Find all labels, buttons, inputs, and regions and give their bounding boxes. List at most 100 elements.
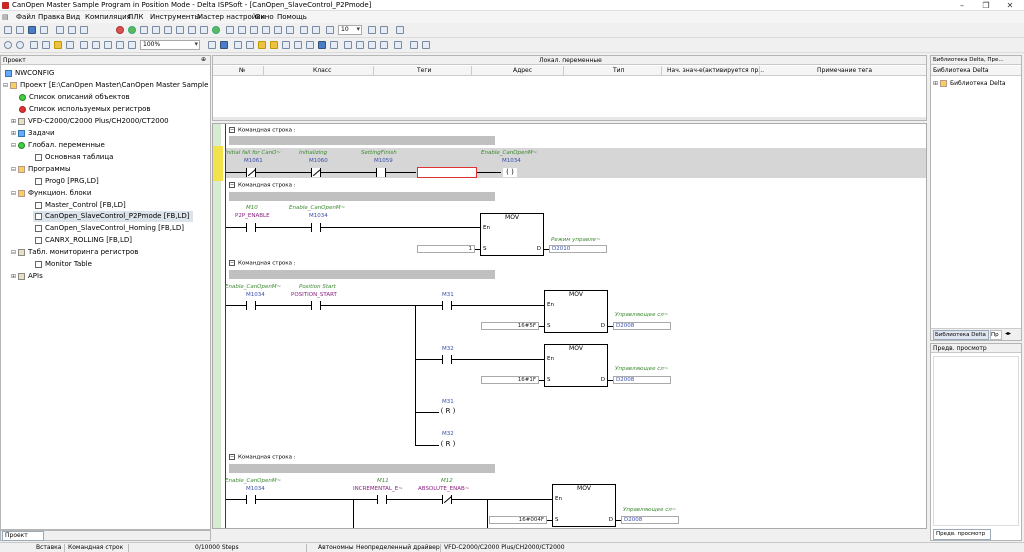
step-value-field[interactable]: 10 <box>338 25 362 35</box>
minimize-button[interactable]: – <box>950 0 974 11</box>
menu-view[interactable]: Вид <box>66 13 80 21</box>
n3-reset-coil-1[interactable]: ( R ) <box>439 407 457 416</box>
n4-contact-3[interactable] <box>442 495 452 504</box>
hardware-icon[interactable] <box>80 26 88 34</box>
zoom-in-icon[interactable] <box>116 41 124 49</box>
n3-b2-s-value[interactable]: 16#1F <box>481 376 539 384</box>
n3-b1-d-value[interactable]: D2008 <box>613 322 671 330</box>
replace-icon[interactable] <box>92 41 100 49</box>
n1-contact-3[interactable] <box>376 168 386 177</box>
n4-s-value[interactable]: 16#004F <box>489 516 547 524</box>
copy-icon[interactable] <box>42 41 50 49</box>
n3-contact-1[interactable] <box>246 301 256 310</box>
download-icon[interactable] <box>152 26 160 34</box>
zoom-select[interactable]: 100% <box>140 40 200 50</box>
select-mode-icon[interactable] <box>208 41 216 49</box>
tree-item-apis[interactable]: ⊞ APIs <box>11 271 43 282</box>
n3-b2-contact[interactable] <box>442 355 452 364</box>
function-block-icon[interactable] <box>318 41 326 49</box>
api-icon[interactable] <box>330 41 338 49</box>
print-icon[interactable] <box>40 26 48 34</box>
menu-file[interactable]: Файл <box>16 13 35 21</box>
n3-mov-block-1[interactable]: MOV En S D <box>544 290 608 333</box>
arrow-icon[interactable] <box>394 41 402 49</box>
n1-empty-cell[interactable] <box>417 167 477 178</box>
start-icon[interactable] <box>212 26 220 34</box>
contact-nc-icon[interactable] <box>246 41 254 49</box>
comment-icon[interactable] <box>368 41 376 49</box>
split-view-icon[interactable] <box>68 26 76 34</box>
n4-mov-block[interactable]: MOV En S D <box>552 484 616 527</box>
horizontal-line-icon[interactable] <box>306 41 314 49</box>
row-comment-4[interactable] <box>229 464 495 473</box>
col-class[interactable]: Класс <box>313 67 331 74</box>
network-icon[interactable] <box>422 41 430 49</box>
run-icon[interactable] <box>128 26 136 34</box>
coil-icon[interactable] <box>282 41 290 49</box>
n3-b1-s-value[interactable]: 16#5F <box>481 322 539 330</box>
tab-delta-library[interactable]: Библиотека Delta <box>933 330 989 340</box>
tag-icon[interactable] <box>250 26 258 34</box>
table-icon[interactable] <box>200 26 208 34</box>
bookmark-icon[interactable] <box>104 41 112 49</box>
ladder-mode-icon[interactable] <box>220 41 228 49</box>
col-initial[interactable]: Нач. знач-е(активируется пр... <box>667 67 764 74</box>
refresh-icon[interactable] <box>368 26 376 34</box>
n2-contact-2[interactable] <box>311 223 321 232</box>
splitter-bar[interactable] <box>213 117 926 120</box>
settings-icon[interactable] <box>396 26 404 34</box>
col-comment[interactable]: Примечание тега <box>817 67 872 74</box>
tree-item-nwconfig[interactable]: NWCONFIG <box>5 68 54 79</box>
row-comment-3[interactable] <box>229 270 495 279</box>
zoom-out-icon[interactable] <box>128 41 136 49</box>
tree-item-object-list[interactable]: Список описаний объектов <box>19 92 130 103</box>
tree-item-tasks[interactable]: ⊞ Задачи <box>11 128 55 139</box>
insert-row-icon[interactable] <box>344 41 352 49</box>
tab-preview-short[interactable]: Пр <box>990 330 1002 340</box>
tab-scroll-icon[interactable]: ◂▸ <box>1005 330 1011 337</box>
save-icon[interactable] <box>28 26 36 34</box>
tree-item-monitor-tables[interactable]: ⊟ Табл. мониторинга регистров <box>11 247 138 258</box>
row-header-4[interactable]: − Командная строка : <box>229 454 296 461</box>
tree-item-main-table[interactable]: Основная таблица <box>35 152 113 163</box>
monitor-icon[interactable] <box>176 26 184 34</box>
n3-mov-block-2[interactable]: MOV En S D <box>544 344 608 387</box>
maximize-button[interactable]: ❐ <box>974 0 998 11</box>
upload-icon[interactable] <box>164 26 172 34</box>
col-number[interactable]: № <box>239 67 245 74</box>
device-icon[interactable] <box>286 26 294 34</box>
n3-b1-contact[interactable] <box>442 301 452 310</box>
open-file-icon[interactable] <box>16 26 24 34</box>
tree-item-device[interactable]: ⊞ VFD-C2000/C2000 Plus/CH2000/CT2000 <box>11 116 169 127</box>
col-tags[interactable]: Теги <box>417 67 431 74</box>
row-comment-1[interactable] <box>229 136 495 145</box>
duplicate-icon[interactable] <box>66 41 74 49</box>
contact-falling-icon[interactable] <box>270 41 278 49</box>
row-header-1[interactable]: − Командная строка : <box>229 127 296 134</box>
library-tree-item[interactable]: ⊞ Библиотека Delta <box>933 78 1006 89</box>
menu-window[interactable]: Окно <box>255 13 274 21</box>
stop-icon[interactable] <box>116 26 124 34</box>
record-icon[interactable] <box>4 41 12 49</box>
tree-item-project[interactable]: ⊟ Проект [E:\CanOpen Master\CanOpen Maste… <box>3 80 208 91</box>
menu-help[interactable]: Помощь <box>277 13 307 21</box>
align-icon[interactable] <box>410 41 418 49</box>
menu-edit[interactable]: Правка <box>38 13 65 21</box>
connect-icon[interactable] <box>274 26 282 34</box>
row-header-3[interactable]: − Командная строка : <box>229 260 296 267</box>
tree-item-monitor-table[interactable]: Monitor Table <box>35 259 92 270</box>
row-header-2[interactable]: − Командная строка : <box>229 182 296 189</box>
paste-icon[interactable] <box>54 41 62 49</box>
label-icon[interactable] <box>380 41 388 49</box>
sync-icon[interactable] <box>262 26 270 34</box>
n3-reset-coil-2[interactable]: ( R ) <box>439 440 457 449</box>
n4-d-value[interactable]: D2008 <box>621 516 679 524</box>
pause-icon[interactable] <box>326 26 334 34</box>
tab-preview[interactable]: Предв. просмотр <box>933 529 991 540</box>
n3-contact-2[interactable] <box>311 301 321 310</box>
tab-project[interactable]: Проект <box>2 531 44 541</box>
tree-item-function-blocks[interactable]: ⊟ Функцион. блоки <box>11 188 91 199</box>
new-file-icon[interactable] <box>4 26 12 34</box>
contact-no-icon[interactable] <box>234 41 242 49</box>
ladder-editor[interactable]: − Командная строка : Initial fail for Can… <box>212 123 927 529</box>
